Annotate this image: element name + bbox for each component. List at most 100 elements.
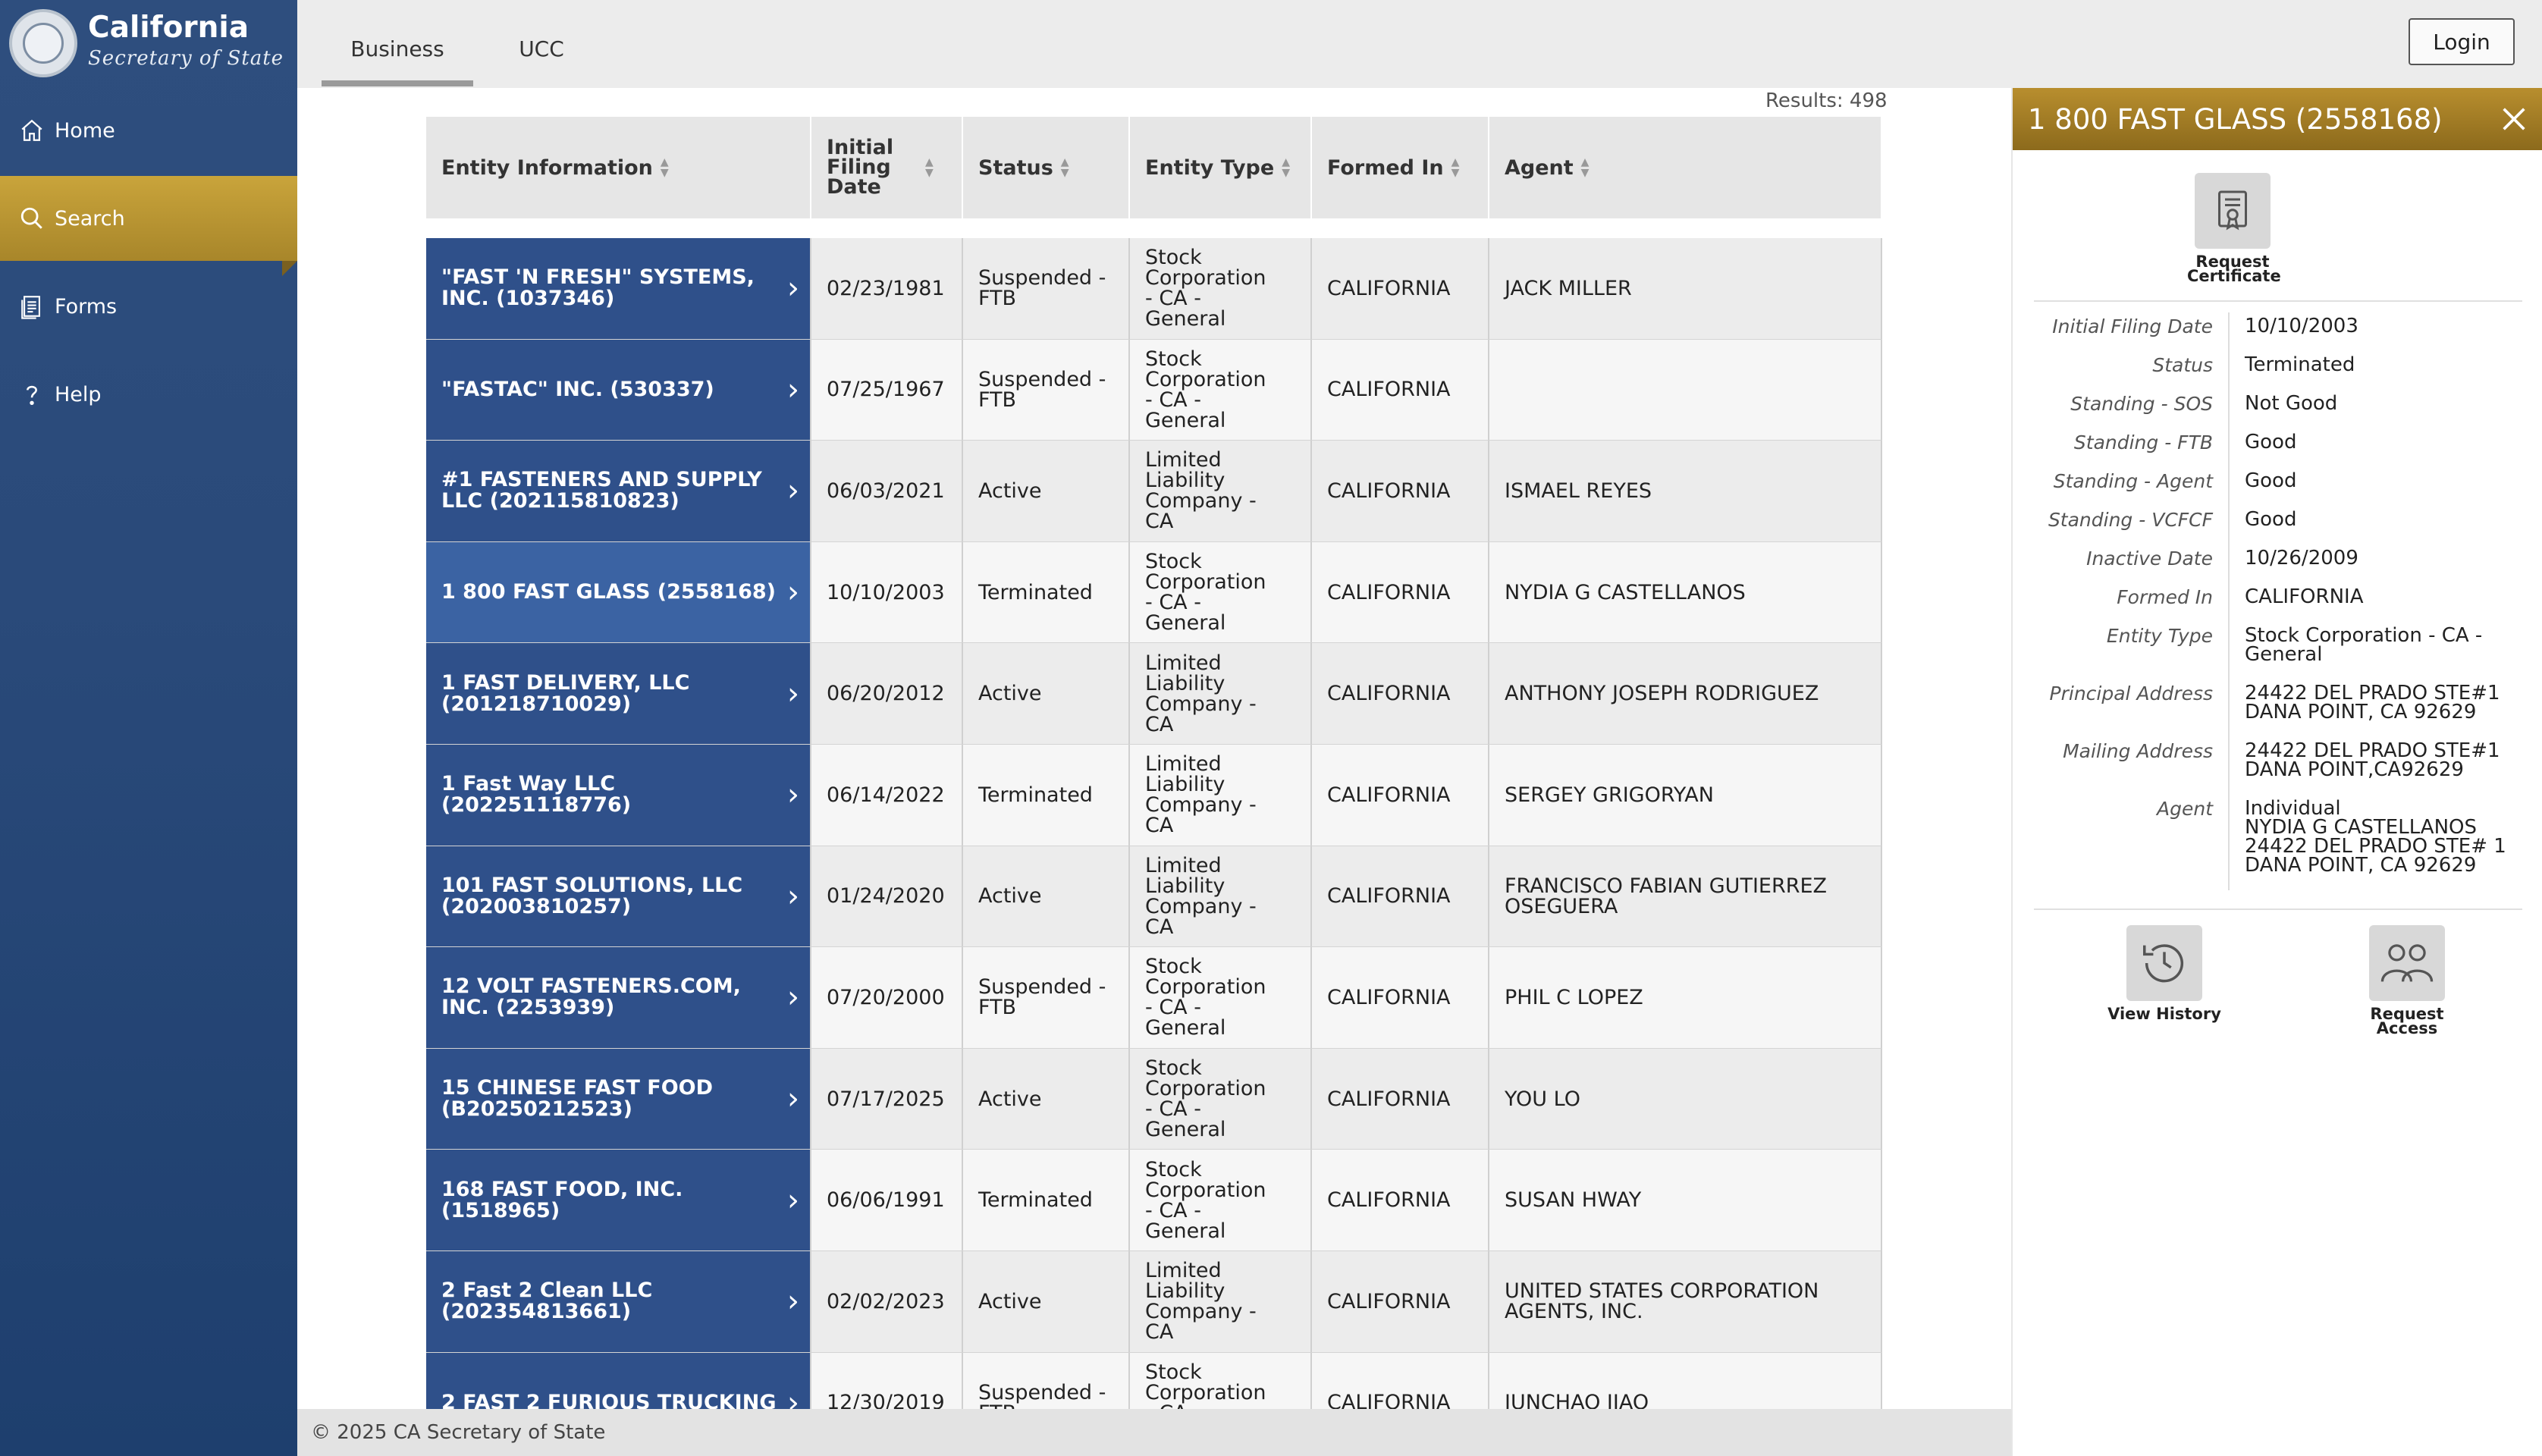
chevron-right-icon[interactable]: › xyxy=(787,982,799,1012)
column-header-agent[interactable]: Agent ▲ ▼ xyxy=(1489,117,1882,218)
entity-name-cell[interactable]: #1 FASTENERS AND SUPPLY LLC (20211581082… xyxy=(426,441,811,541)
table-row[interactable]: "FASTAC" INC. (530337) › 07/25/1967 Suspend… xyxy=(426,339,1882,441)
sidebar: California Secretary of State Home Searc… xyxy=(0,0,312,1456)
formed-in-cell: CALIFORNIA xyxy=(1312,643,1489,744)
brand-subtitle: Secretary of State xyxy=(88,47,284,70)
filing-date-cell: 07/25/1967 xyxy=(811,339,963,441)
entity-name-cell[interactable]: 168 FAST FOOD, INC. (1518965) › xyxy=(426,1150,811,1250)
chevron-right-icon[interactable]: › xyxy=(787,780,799,810)
detail-field-row: Initial Filing Date 10/10/2003 xyxy=(2034,312,2522,351)
entity-type-cell: Limited Liability Company - CA xyxy=(1130,643,1312,744)
chevron-right-icon[interactable]: › xyxy=(787,679,799,709)
detail-field-row: Standing - Agent Good xyxy=(2034,467,2522,506)
agent-cell: SERGEY GRIGORYAN xyxy=(1489,744,1882,846)
column-header-entity-type[interactable]: Entity Type ▲ ▼ xyxy=(1130,117,1312,218)
state-seal-logo xyxy=(9,9,77,77)
table-row[interactable]: 12 VOLT FASTENERS.COM, INC. (2253939) › 07… xyxy=(426,947,1882,1049)
entity-type-cell: Stock Corporation - CA - General xyxy=(1130,339,1312,441)
filing-date-cell: 06/14/2022 xyxy=(811,744,963,846)
table-row[interactable]: 1 FAST DELIVERY, LLC (201218710029) › 06/2… xyxy=(426,643,1882,745)
entity-name-cell[interactable]: 1 800 FAST GLASS (2558168) › xyxy=(426,541,811,643)
table-row[interactable]: 101 FAST SOLUTIONS, LLC (202003810257) › 0… xyxy=(426,846,1882,948)
home-icon xyxy=(17,115,47,146)
entity-name-cell[interactable]: 2 Fast 2 Clean LLC (202354813661) › xyxy=(426,1250,811,1352)
chevron-right-icon[interactable]: › xyxy=(787,475,799,506)
history-icon xyxy=(2126,925,2202,1001)
status-cell: Suspended - FTB xyxy=(963,947,1130,1048)
detail-field-label: Inactive Date xyxy=(2086,548,2213,570)
chevron-right-icon[interactable]: › xyxy=(787,375,799,405)
request-certificate-button[interactable]: Request Certificate xyxy=(2187,173,2281,284)
agent-cell: ANTHONY JOSEPH RODRIGUEZ xyxy=(1489,643,1882,744)
entity-name-cell[interactable]: 101 FAST SOLUTIONS, LLC (202003810257) › xyxy=(426,846,811,947)
divider xyxy=(2034,908,2522,910)
close-icon[interactable] xyxy=(2495,100,2533,138)
filing-date-cell: 02/23/1981 xyxy=(811,238,963,339)
status-cell: Suspended - FTB xyxy=(963,339,1130,441)
column-header-status[interactable]: Status ▲ ▼ xyxy=(963,117,1130,218)
table-row[interactable]: 168 FAST FOOD, INC. (1518965) › 06/06/1991… xyxy=(426,1150,1882,1251)
filing-date-cell: 07/20/2000 xyxy=(811,947,963,1048)
sidebar-item-home[interactable]: Home xyxy=(0,88,297,173)
filing-date-cell: 06/06/1991 xyxy=(811,1150,963,1250)
formed-in-cell: CALIFORNIA xyxy=(1312,238,1489,339)
detail-field-value: Good xyxy=(2228,506,2522,544)
entity-name-cell[interactable]: 15 CHINESE FAST FOOD (B20250212523) › xyxy=(426,1048,811,1150)
table-row[interactable]: 2 FAST 2 FURIOUS TRUCKING › 12/30/2019 Susp… xyxy=(426,1352,1882,1409)
column-header-initial-filing-date[interactable]: Initial Filing Date ▲ ▼ xyxy=(811,117,963,218)
column-header-formed-in[interactable]: Formed In ▲ ▼ xyxy=(1312,117,1489,218)
status-cell: Terminated xyxy=(963,1150,1130,1250)
chevron-right-icon[interactable]: › xyxy=(787,1388,799,1409)
tab-ucc[interactable]: UCC xyxy=(496,36,587,86)
entity-type-cell: Limited Liability Company - CA xyxy=(1130,441,1312,541)
table-row[interactable]: 1 800 FAST GLASS (2558168) › 10/10/2003 Ter… xyxy=(426,541,1882,644)
filing-date-cell: 07/17/2025 xyxy=(811,1048,963,1150)
chevron-right-icon[interactable]: › xyxy=(787,273,799,303)
chevron-right-icon[interactable]: › xyxy=(787,1286,799,1316)
detail-field-row: Principal Address 24422 DEL PRADO STE#1 D… xyxy=(2034,679,2522,737)
login-button[interactable]: Login xyxy=(2409,18,2515,65)
sidebar-item-label: Help xyxy=(55,382,102,406)
chevron-right-icon[interactable]: › xyxy=(787,1185,799,1216)
formed-in-cell: CALIFORNIA xyxy=(1312,441,1489,541)
entity-name-cell[interactable]: 1 Fast Way LLC (202251118776) › xyxy=(426,744,811,846)
entity-name-cell[interactable]: 12 VOLT FASTENERS.COM, INC. (2253939) › xyxy=(426,947,811,1048)
detail-field-row: Mailing Address 24422 DEL PRADO STE#1 DAN… xyxy=(2034,737,2522,795)
brand-title: California xyxy=(88,11,249,45)
search-icon xyxy=(17,203,47,234)
brand[interactable]: California Secretary of State xyxy=(0,0,297,85)
column-header-entity-information[interactable]: Entity Information ▲ ▼ xyxy=(426,117,811,218)
chevron-right-icon[interactable]: › xyxy=(787,577,799,607)
detail-field-value: CALIFORNIA xyxy=(2228,583,2522,622)
top-bar: Business UCC Login xyxy=(297,0,2542,88)
table-row[interactable]: "FAST 'N FRESH" SYSTEMS, INC. (1037346) ›… xyxy=(426,238,1882,340)
chevron-right-icon[interactable]: › xyxy=(787,881,799,912)
sidebar-item-forms[interactable]: Forms xyxy=(0,264,297,349)
sidebar-item-search[interactable]: Search xyxy=(0,176,312,276)
entity-name-cell[interactable]: 2 FAST 2 FURIOUS TRUCKING › xyxy=(426,1352,811,1409)
request-access-label: Request Access xyxy=(2370,1005,2444,1037)
entity-name-cell[interactable]: "FAST 'N FRESH" SYSTEMS, INC. (1037346) › xyxy=(426,238,811,339)
table-body: "FAST 'N FRESH" SYSTEMS, INC. (1037346) ›… xyxy=(426,238,1882,1409)
help-icon xyxy=(17,379,47,410)
detail-field-label: Status xyxy=(2152,354,2213,376)
chevron-right-icon[interactable]: › xyxy=(787,1084,799,1114)
table-row[interactable]: 15 CHINESE FAST FOOD (B20250212523) › 07/1… xyxy=(426,1048,1882,1150)
footer: © 2025 CA Secretary of State xyxy=(297,1409,2011,1456)
table-row[interactable]: 1 Fast Way LLC (202251118776) › 06/14/2022… xyxy=(426,744,1882,846)
status-cell: Active xyxy=(963,846,1130,947)
entity-name-cell[interactable]: 1 FAST DELIVERY, LLC (201218710029) › xyxy=(426,643,811,744)
view-history-button[interactable]: View History xyxy=(2104,925,2225,1022)
table-header: Entity Information ▲ ▼ Initial Filing Date… xyxy=(426,117,1882,218)
detail-field-row: Entity Type Stock Corporation - CA - Gene… xyxy=(2034,622,2522,679)
forms-icon xyxy=(17,291,47,322)
filing-date-cell: 01/24/2020 xyxy=(811,846,963,947)
filing-date-cell: 12/30/2019 xyxy=(811,1352,963,1409)
agent-cell: SUSAN HWAY xyxy=(1489,1150,1882,1250)
sidebar-item-help[interactable]: Help xyxy=(0,352,297,437)
table-row[interactable]: 2 Fast 2 Clean LLC (202354813661) › 02/02/… xyxy=(426,1250,1882,1353)
request-access-button[interactable]: Request Access xyxy=(2339,925,2475,1037)
tab-business[interactable]: Business xyxy=(322,36,473,86)
table-row[interactable]: #1 FASTENERS AND SUPPLY LLC (20211581082… xyxy=(426,441,1882,542)
entity-name-cell[interactable]: "FASTAC" INC. (530337) › xyxy=(426,339,811,441)
